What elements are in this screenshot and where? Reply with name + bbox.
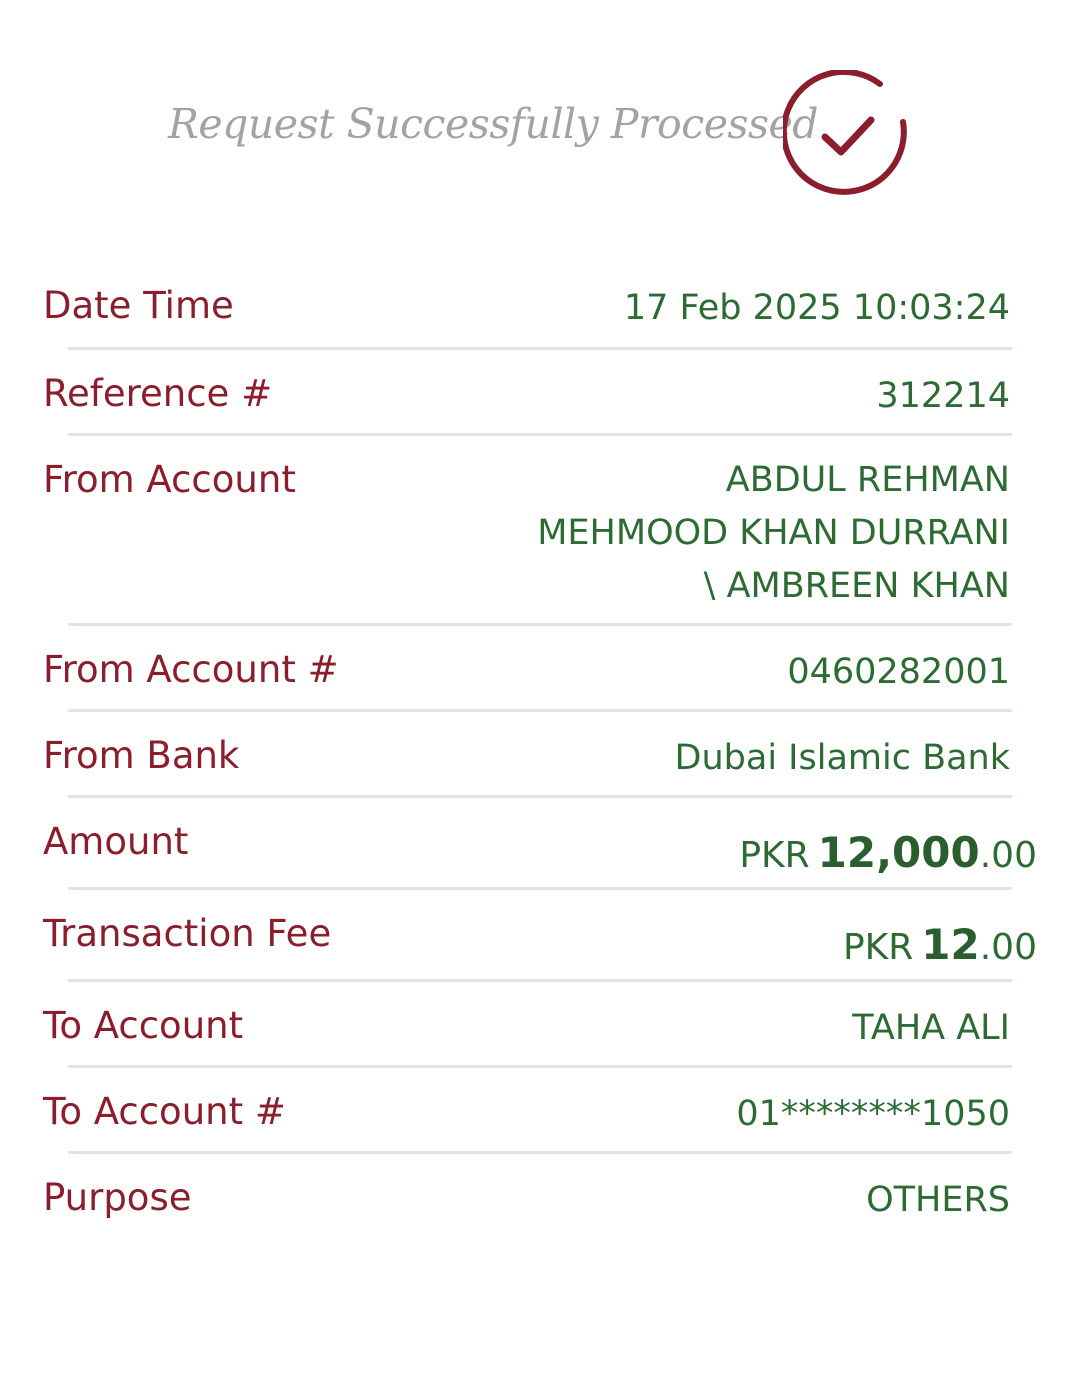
from-account-line: MEHMOOD KHAN DURRANI bbox=[537, 513, 1010, 553]
row-reference: Reference # 312214 bbox=[0, 350, 1080, 436]
row-from-bank: From Bank Dubai Islamic Bank bbox=[0, 712, 1080, 798]
row-amount: Amount PKR 12,000.00 bbox=[0, 798, 1080, 890]
fee-decimal: .00 bbox=[979, 927, 1037, 968]
from-account-number-label: From Account # bbox=[43, 648, 339, 691]
transaction-fee-label: Transaction Fee bbox=[43, 912, 332, 955]
row-to-account-number: To Account # 01********1050 bbox=[0, 1068, 1080, 1154]
amount-decimal: .00 bbox=[979, 835, 1037, 876]
to-account-number-value: 01********1050 bbox=[736, 1094, 1010, 1134]
date-time-value: 17 Feb 2025 10:03:24 bbox=[623, 288, 1010, 328]
from-account-label: From Account bbox=[43, 458, 296, 501]
purpose-label: Purpose bbox=[43, 1176, 192, 1219]
amount-label: Amount bbox=[43, 820, 189, 863]
row-from-account-number: From Account # 0460282001 bbox=[0, 626, 1080, 712]
from-bank-label: From Bank bbox=[43, 734, 240, 777]
row-to-account: To Account TAHA ALI bbox=[0, 982, 1080, 1068]
from-account-number-value: 0460282001 bbox=[787, 652, 1010, 692]
transaction-details: Date Time 17 Feb 2025 10:03:24 Reference… bbox=[0, 262, 1080, 1240]
row-transaction-fee: Transaction Fee PKR 12.00 bbox=[0, 890, 1080, 982]
fee-currency: PKR bbox=[842, 927, 914, 968]
reference-label: Reference # bbox=[43, 372, 273, 415]
row-from-account: From Account ABDUL REHMAN MEHMOOD KHAN D… bbox=[0, 436, 1080, 626]
date-time-label: Date Time bbox=[43, 284, 234, 327]
to-account-label: To Account bbox=[43, 1004, 244, 1047]
amount-value: PKR 12,000.00 bbox=[739, 826, 1037, 882]
transaction-fee-value: PKR 12.00 bbox=[843, 918, 1037, 974]
amount-currency: PKR bbox=[739, 835, 810, 876]
from-bank-value: Dubai Islamic Bank bbox=[674, 738, 1010, 778]
success-title: Request Successfully Processed bbox=[168, 100, 819, 148]
check-circle-icon bbox=[783, 70, 907, 195]
from-account-value: ABDUL REHMAN MEHMOOD KHAN DURRANI \ AMBR… bbox=[537, 454, 1010, 613]
amount-whole: 12,000 bbox=[817, 828, 980, 877]
from-account-line: \ AMBREEN KHAN bbox=[703, 566, 1010, 606]
success-header: Request Successfully Processed bbox=[0, 70, 1080, 200]
fee-whole: 12 bbox=[921, 920, 980, 969]
to-account-value: TAHA ALI bbox=[852, 1008, 1010, 1048]
row-date-time: Date Time 17 Feb 2025 10:03:24 bbox=[0, 262, 1080, 350]
purpose-value: OTHERS bbox=[866, 1180, 1010, 1220]
reference-value: 312214 bbox=[876, 376, 1010, 416]
row-purpose: Purpose OTHERS bbox=[0, 1154, 1080, 1240]
from-account-line: ABDUL REHMAN bbox=[725, 460, 1010, 500]
to-account-number-label: To Account # bbox=[43, 1090, 286, 1133]
